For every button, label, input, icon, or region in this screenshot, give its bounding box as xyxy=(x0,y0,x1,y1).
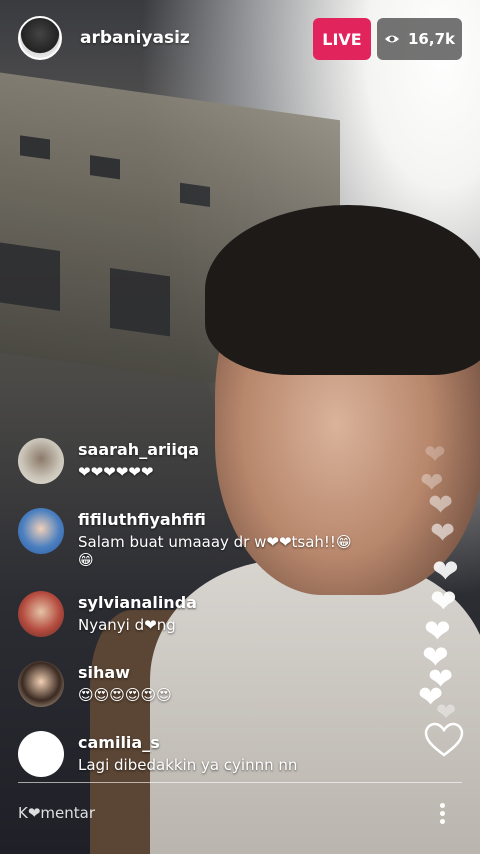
comment-item: sihaw 😍😍😍😍😍😍 xyxy=(18,661,418,709)
viewer-count-button[interactable]: 16,7k xyxy=(377,18,462,60)
comment-avatar[interactable] xyxy=(18,661,64,707)
comment-avatar[interactable] xyxy=(18,438,64,484)
comment-username[interactable]: sihaw xyxy=(78,663,172,682)
comment-item: fifiluthfiyahfifi Salam buat umaaay dr w… xyxy=(18,508,418,569)
broadcaster-avatar[interactable] xyxy=(18,16,62,60)
viewer-count: 16,7k xyxy=(408,30,455,48)
heart-outline-icon[interactable] xyxy=(424,722,464,758)
comment-text: Salam buat umaaay dr w❤❤tsah!!😁 😁 xyxy=(78,533,352,569)
comment-text: Nyanyi d❤ng xyxy=(78,616,176,634)
comment-text: ❤❤❤❤❤❤ xyxy=(78,463,154,481)
comment-text: 😍😍😍😍😍😍 xyxy=(78,686,172,704)
broadcaster-hair xyxy=(205,205,480,375)
live-badge: LIVE xyxy=(313,18,371,60)
comment-item: saarah_ariiqa ❤❤❤❤❤❤ xyxy=(18,438,418,486)
comment-username[interactable]: fifiluthfiyahfifi xyxy=(78,510,352,529)
comment-username[interactable]: saarah_ariiqa xyxy=(78,440,199,459)
comment-username[interactable]: sylvianalinda xyxy=(78,593,197,612)
more-vertical-icon[interactable] xyxy=(435,800,449,830)
comment-item: sylvianalinda Nyanyi d❤ng xyxy=(18,591,418,639)
comment-input[interactable]: K❤mentar xyxy=(18,804,95,822)
comment-avatar[interactable] xyxy=(18,591,64,637)
eye-icon xyxy=(385,35,399,43)
comment-username[interactable]: camilia_s xyxy=(78,733,297,752)
broadcaster-username[interactable]: arbaniyasiz xyxy=(80,28,190,48)
heart-icon: ❤ xyxy=(430,516,456,551)
composer-divider xyxy=(18,782,462,783)
comment-text: Lagi dibedakkin ya cyinnn nn xyxy=(78,756,298,774)
floating-hearts: ❤ ❤ ❤ ❤ ❤ ❤ ❤ ❤ ❤ ❤ ❤ xyxy=(416,440,468,740)
comment-avatar[interactable] xyxy=(18,731,64,777)
top-bar: arbaniyasiz LIVE 16,7k xyxy=(0,0,480,80)
comment-list: saarah_ariiqa ❤❤❤❤❤❤ fifiluthfiyahfifi S… xyxy=(18,438,418,801)
comment-item: camilia_s Lagi dibedakkin ya cyinnn nn xyxy=(18,731,418,779)
comment-avatar[interactable] xyxy=(18,508,64,554)
